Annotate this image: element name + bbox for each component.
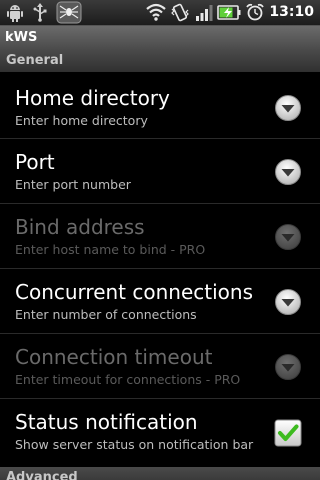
pref-status-notification[interactable]: Status notification Show server status o… [0,400,320,466]
pref-summary: Enter port number [15,177,131,192]
dropdown-arrow-icon[interactable] [274,94,302,122]
checkbox[interactable] [274,419,302,447]
status-bar: 13:10 [0,0,320,26]
spider-app-icon [56,1,82,24]
wifi-icon [146,3,166,21]
category-general-label: General [6,53,64,68]
category-advanced-label: Advanced [6,470,78,480]
pref-title: Port [15,150,55,174]
pref-summary: Enter host name to bind - PRO [15,242,206,257]
pref-title: Home directory [15,86,170,110]
status-clock: 13:10 [269,4,314,20]
app-title: kWS [5,30,38,45]
pref-title: Concurrent connections [15,280,253,304]
screen: 13:10 kWS General Home directory Enter h… [0,0,320,480]
alarm-clock-icon [246,3,264,21]
pref-summary: Enter timeout for connections - PRO [15,372,241,387]
pref-title: Status notification [15,410,198,434]
category-advanced: Advanced [0,467,320,480]
pref-summary: Show server status on notification bar [15,437,254,452]
pref-summary: Enter home directory [15,113,148,128]
pref-concurrent-connections[interactable]: Concurrent connections Enter number of c… [0,270,320,334]
title-bar: kWS [0,26,320,50]
android-debug-icon [7,5,23,22]
pref-title: Bind address [15,215,145,239]
dropdown-arrow-icon[interactable] [274,288,302,316]
battery-charging-icon [217,5,241,20]
dropdown-arrow-icon [275,354,301,380]
dropdown-arrow-icon [275,224,301,250]
pref-home-directory[interactable]: Home directory Enter home directory [0,76,320,139]
vibrate-icon [171,3,189,22]
pref-title: Connection timeout [15,345,213,369]
pref-summary: Enter number of connections [15,307,197,322]
pref-port[interactable]: Port Enter port number [0,140,320,204]
usb-icon [33,3,47,22]
pref-bind-address: Bind address Enter host name to bind - P… [0,205,320,269]
category-general: General [0,50,320,72]
pref-connection-timeout: Connection timeout Enter timeout for con… [0,335,320,399]
signal-icon [196,5,213,21]
dropdown-arrow-icon[interactable] [274,158,302,186]
